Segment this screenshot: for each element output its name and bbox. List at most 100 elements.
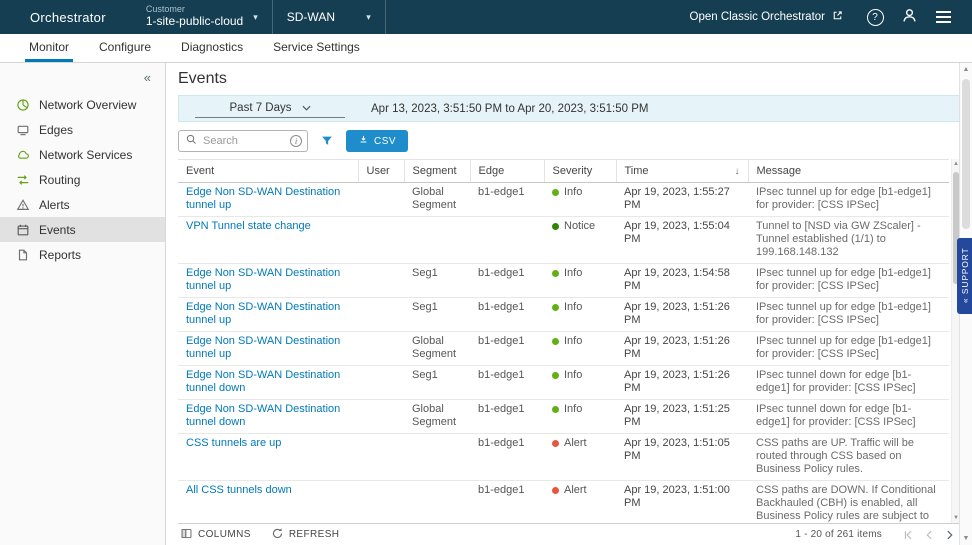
table-row[interactable]: Edge Non SD-WAN Destination tunnel down …: [178, 366, 949, 400]
column-header-time[interactable]: Time↓: [616, 160, 748, 183]
table-row[interactable]: CSS tunnels are up b1-edge1 Alert Apr 19…: [178, 434, 949, 481]
help-button[interactable]: ?: [858, 0, 892, 34]
table-row[interactable]: VPN Tunnel state change Notice Apr 19, 2…: [178, 217, 949, 264]
alerts-icon: [15, 197, 30, 212]
first-page-icon[interactable]: [902, 529, 914, 541]
column-header-segment[interactable]: Segment: [404, 160, 470, 183]
cell-time: Apr 19, 2023, 1:55:27 PM: [616, 183, 748, 217]
table-row[interactable]: All CSS tunnels down b1-edge1 Alert Apr …: [178, 481, 949, 524]
event-link[interactable]: Edge Non SD-WAN Destination tunnel down: [186, 369, 340, 394]
search-icon: [185, 133, 198, 149]
chevron-collapse-icon: «: [960, 298, 970, 304]
funnel-icon: [320, 134, 334, 148]
severity-dot: [552, 270, 559, 277]
sidebar-item-routing[interactable]: Routing: [0, 167, 165, 192]
scroll-up-icon[interactable]: ▲: [960, 66, 972, 73]
page-scrollbar-thumb[interactable]: [962, 79, 970, 229]
cell-segment: [404, 217, 470, 264]
search-input[interactable]: [203, 135, 285, 147]
sidebar-item-edges[interactable]: Edges: [0, 117, 165, 142]
events-table-body: Edge Non SD-WAN Destination tunnel up Gl…: [178, 183, 949, 524]
filter-button[interactable]: [318, 132, 336, 150]
cell-user: [358, 298, 404, 332]
cell-time: Apr 19, 2023, 1:54:58 PM: [616, 264, 748, 298]
event-link[interactable]: VPN Tunnel state change: [186, 220, 311, 232]
table-row[interactable]: Edge Non SD-WAN Destination tunnel up Gl…: [178, 332, 949, 366]
severity-label: Info: [564, 369, 582, 382]
previous-page-icon[interactable]: [923, 529, 935, 541]
table-row[interactable]: Edge Non SD-WAN Destination tunnel up Se…: [178, 298, 949, 332]
table-row[interactable]: Edge Non SD-WAN Destination tunnel up Se…: [178, 264, 949, 298]
service-selector[interactable]: SD-WAN ▾: [273, 0, 385, 34]
sidebar-collapse-icon[interactable]: «: [144, 71, 151, 84]
events-table: Event User Segment Edge Severity Time↓ M…: [178, 159, 949, 523]
csv-export-button[interactable]: CSV: [346, 130, 408, 152]
tab-configure[interactable]: Configure: [95, 34, 155, 62]
severity-label: Notice: [564, 220, 595, 233]
cell-time: Apr 19, 2023, 1:51:05 PM: [616, 434, 748, 481]
table-row[interactable]: Edge Non SD-WAN Destination tunnel down …: [178, 400, 949, 434]
severity-cell: Notice: [544, 217, 616, 264]
severity-cell: Info: [544, 298, 616, 332]
column-header-severity[interactable]: Severity: [544, 160, 616, 183]
column-label: Severity: [553, 165, 593, 177]
cell-edge: b1-edge1: [470, 400, 544, 434]
events-toolbar: i CSV: [178, 130, 960, 152]
event-link[interactable]: CSS tunnels are up: [186, 437, 281, 449]
network-services-icon: [15, 147, 30, 162]
column-header-user[interactable]: User: [358, 160, 404, 183]
next-page-icon[interactable]: [944, 529, 956, 541]
sidebar-item-alerts[interactable]: Alerts: [0, 192, 165, 217]
hamburger-menu-button[interactable]: [926, 0, 960, 34]
table-header-row: Event User Segment Edge Severity Time↓ M…: [178, 160, 949, 183]
scroll-down-icon[interactable]: ▼: [960, 535, 972, 542]
column-header-message[interactable]: Message: [748, 160, 949, 183]
event-link[interactable]: All CSS tunnels down: [186, 484, 292, 496]
event-link[interactable]: Edge Non SD-WAN Destination tunnel up: [186, 267, 340, 292]
column-label: Message: [757, 165, 802, 177]
column-label: Edge: [479, 165, 505, 177]
user-menu-button[interactable]: [892, 0, 926, 34]
cell-edge: b1-edge1: [470, 366, 544, 400]
cell-user: [358, 264, 404, 298]
sidebar-item-reports[interactable]: Reports: [0, 242, 165, 267]
cell-user: [358, 400, 404, 434]
support-tab[interactable]: « SUPPORT: [957, 238, 972, 314]
open-classic-link[interactable]: Open Classic Orchestrator: [676, 0, 859, 34]
cell-message: IPsec tunnel up for edge [b1-edge1] for …: [748, 264, 949, 298]
sidebar-item-network-overview[interactable]: Network Overview: [0, 92, 165, 117]
cell-segment: Seg1: [404, 366, 470, 400]
cell-time: Apr 19, 2023, 1:51:25 PM: [616, 400, 748, 434]
refresh-button[interactable]: REFRESH: [271, 527, 340, 543]
event-link[interactable]: Edge Non SD-WAN Destination tunnel up: [186, 186, 340, 211]
cell-time: Apr 19, 2023, 1:55:04 PM: [616, 217, 748, 264]
column-header-edge[interactable]: Edge: [470, 160, 544, 183]
network-overview-icon: [15, 97, 30, 112]
tab-monitor[interactable]: Monitor: [25, 34, 73, 62]
cell-segment: [404, 481, 470, 524]
product-logo[interactable]: Orchestrator: [0, 0, 132, 34]
time-range-bar: Past 7 Days Apr 13, 2023, 3:51:50 PM to …: [178, 95, 960, 122]
table-row[interactable]: Edge Non SD-WAN Destination tunnel up Gl…: [178, 183, 949, 217]
event-link[interactable]: Edge Non SD-WAN Destination tunnel up: [186, 335, 340, 360]
cell-edge: b1-edge1: [470, 332, 544, 366]
search-box: i: [178, 130, 308, 152]
search-info-icon[interactable]: i: [290, 135, 302, 147]
sort-descending-icon[interactable]: ↓: [731, 166, 740, 177]
open-classic-label: Open Classic Orchestrator: [690, 11, 826, 23]
sidebar-item-events[interactable]: Events: [0, 217, 165, 242]
time-range-select[interactable]: Past 7 Days: [195, 100, 345, 118]
sidebar-item-network-services[interactable]: Network Services: [0, 142, 165, 167]
columns-button[interactable]: COLUMNS: [180, 527, 251, 543]
customer-selector[interactable]: Customer 1-site-public-cloud ▾: [132, 0, 272, 34]
tab-diagnostics[interactable]: Diagnostics: [177, 34, 247, 62]
column-label: Segment: [413, 165, 457, 177]
cell-user: [358, 217, 404, 264]
column-header-event[interactable]: Event: [178, 160, 358, 183]
event-link[interactable]: Edge Non SD-WAN Destination tunnel down: [186, 403, 340, 428]
severity-dot: [552, 372, 559, 379]
severity-cell: Info: [544, 183, 616, 217]
tab-service-settings[interactable]: Service Settings: [269, 34, 364, 62]
event-link[interactable]: Edge Non SD-WAN Destination tunnel up: [186, 301, 340, 326]
severity-cell: Info: [544, 264, 616, 298]
